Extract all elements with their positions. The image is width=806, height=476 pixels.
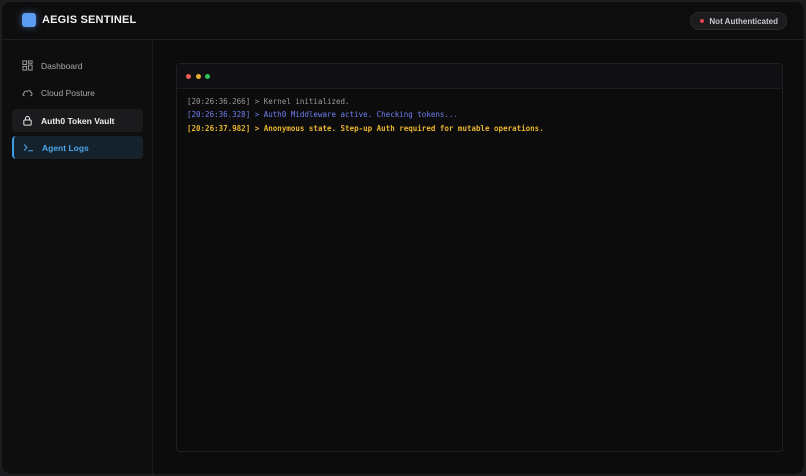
terminal-title-bar — [177, 64, 782, 89]
log-line: [20:26:37.982] > Anonymous state. Step-u… — [187, 123, 544, 133]
sidebar-item-token-vault[interactable]: Auth0 Token Vault — [12, 109, 143, 132]
cloud-icon — [22, 90, 33, 97]
brand-logo-icon — [22, 13, 36, 27]
window-maximize-icon[interactable] — [205, 74, 210, 79]
window-close-icon[interactable] — [186, 74, 191, 79]
sidebar-item-label: Auth0 Token Vault — [41, 115, 115, 126]
terminal-window: [20:26:36.266] > Kernel initialized. [20… — [176, 63, 783, 452]
terminal-icon — [23, 144, 34, 152]
sidebar-item-label: Dashboard — [41, 60, 83, 71]
window-minimize-icon[interactable] — [196, 74, 201, 79]
log-line: [20:26:36.328] > Auth0 Middleware active… — [187, 110, 458, 120]
sidebar-item-cloud-posture[interactable]: Cloud Posture — [12, 81, 143, 104]
brand-title: AEGIS SENTINEL — [42, 14, 137, 26]
sidebar-item-label: Agent Logs — [42, 142, 89, 153]
dashboard-grid-icon — [22, 60, 33, 71]
sidebar: Dashboard Cloud Posture Auth0 Token Vaul… — [2, 40, 153, 474]
app-window: AEGIS SENTINEL Not Authenticated Dashboa… — [1, 1, 805, 475]
auth-status-text: Not Authenticated — [709, 16, 778, 26]
auth-status-badge[interactable]: Not Authenticated — [690, 12, 787, 30]
log-line: [20:26:36.266] > Kernel initialized. — [187, 97, 350, 106]
lock-icon — [23, 115, 32, 126]
status-dot-icon — [700, 19, 705, 23]
sidebar-item-agent-logs[interactable]: Agent Logs — [12, 136, 143, 159]
sidebar-item-dashboard[interactable]: Dashboard — [12, 54, 143, 77]
log-output: [20:26:36.266] > Kernel initialized. [20… — [187, 95, 772, 135]
sidebar-item-label: Cloud Posture — [41, 87, 95, 98]
top-header: AEGIS SENTINEL Not Authenticated — [2, 2, 804, 40]
